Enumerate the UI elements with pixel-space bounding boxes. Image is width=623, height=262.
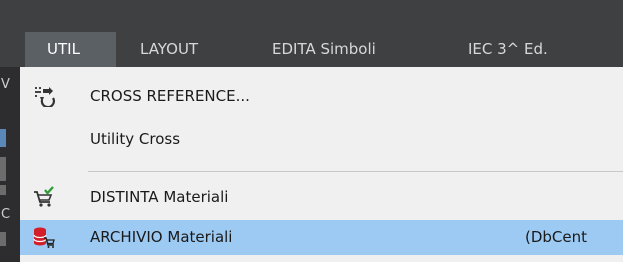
menu-item-archivio-materiali[interactable]: ARCHIVIO Materiali (DbCent — [20, 220, 623, 255]
menu-iec-label: IEC 3^ Ed. — [468, 40, 548, 58]
menu-item-utility-cross[interactable]: Utility Cross — [20, 122, 623, 157]
background-glyph-v: V — [1, 77, 10, 92]
menu-item-cross-reference[interactable]: CROSS REFERENCE... — [20, 79, 623, 114]
background-mark — [0, 157, 6, 181]
util-dropdown-menu: CROSS REFERENCE... Utility Cross DISTINT… — [20, 67, 623, 262]
cart-check-icon — [33, 186, 55, 208]
menu-layout-label: LAYOUT — [140, 40, 199, 58]
database-cart-icon — [33, 226, 55, 248]
menu-item-label: CROSS REFERENCE... — [90, 87, 250, 105]
background-mark — [0, 129, 6, 147]
background-mark — [0, 185, 6, 195]
cross-reference-icon — [33, 85, 55, 109]
menu-util[interactable]: UTIL — [25, 32, 116, 67]
menu-item-label: Utility Cross — [90, 130, 181, 148]
menu-layout[interactable]: LAYOUT — [140, 32, 198, 67]
background-window-edge: V C — [0, 67, 20, 262]
menu-iec[interactable]: IEC 3^ Ed. — [468, 32, 548, 67]
menu-edita-simboli-label: EDITA Simboli — [272, 40, 376, 58]
menu-bar: UTIL LAYOUT EDITA Simboli IEC 3^ Ed. — [0, 0, 623, 67]
menu-util-label: UTIL — [47, 40, 80, 58]
background-glyph-c: C — [1, 207, 11, 222]
menu-item-label: ARCHIVIO Materiali — [90, 228, 233, 246]
menu-edita-simboli[interactable]: EDITA Simboli — [272, 32, 376, 67]
menu-separator — [88, 171, 623, 172]
menu-item-distinta-materiali[interactable]: DISTINTA Materiali — [20, 180, 623, 215]
menu-item-shortcut: (DbCent — [525, 228, 588, 246]
background-mark — [0, 232, 6, 246]
menu-item-label: DISTINTA Materiali — [90, 188, 229, 206]
